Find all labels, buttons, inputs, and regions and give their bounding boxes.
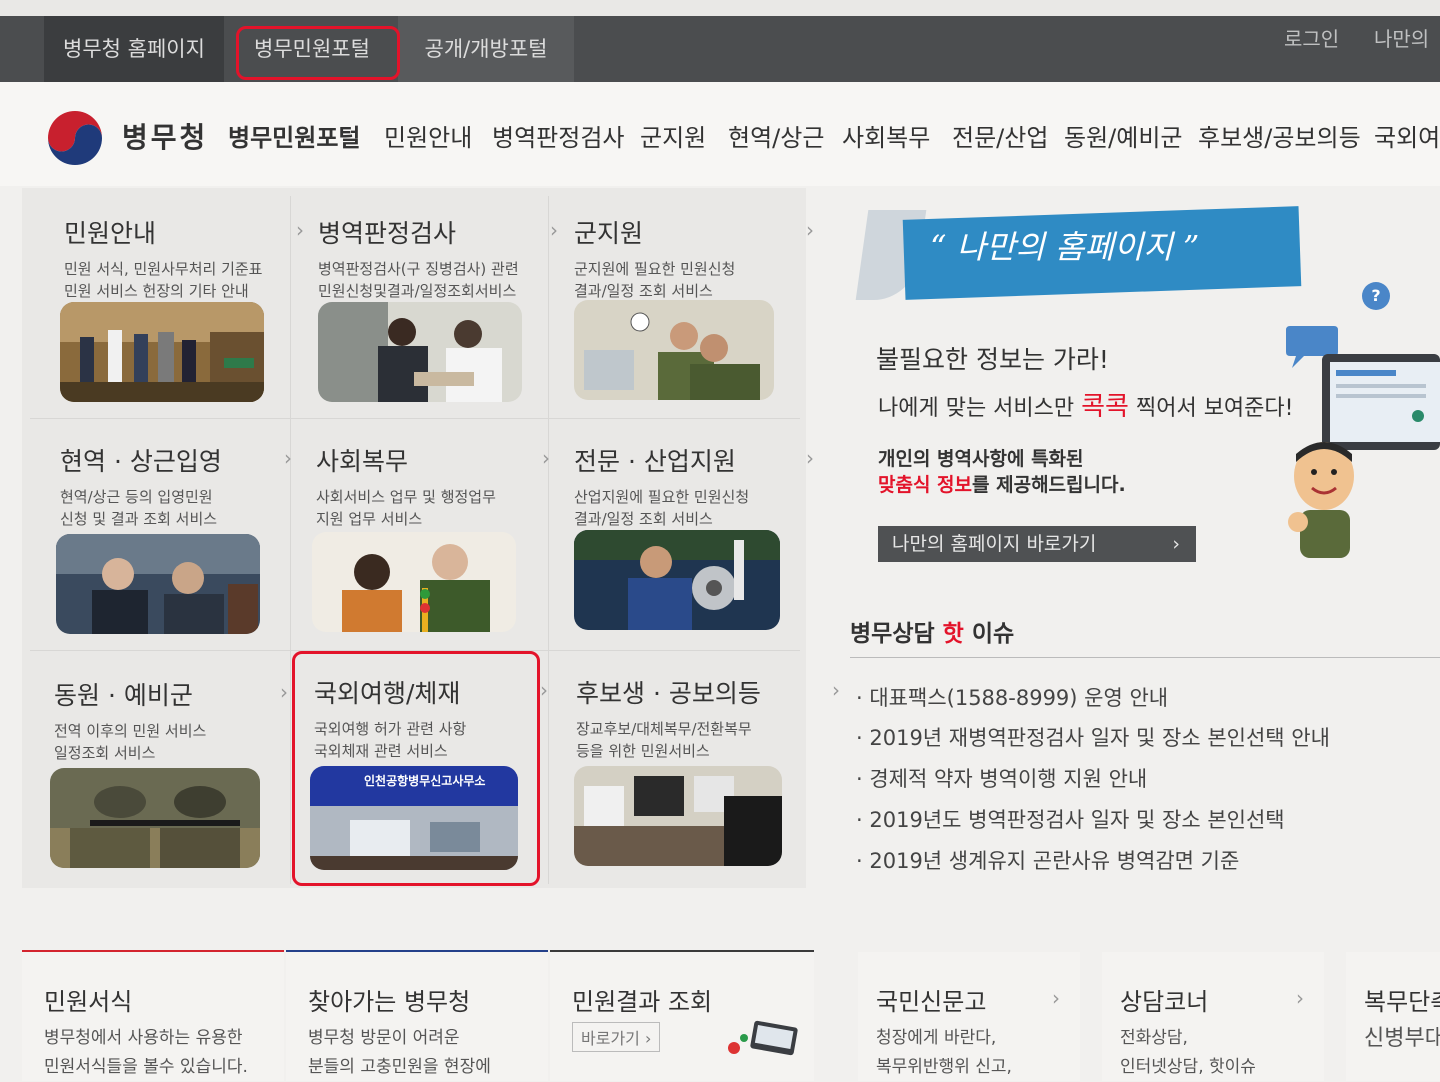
hot-issues-divider [850, 657, 1440, 658]
service-card-title: 민원안내 [64, 219, 157, 248]
brand-name[interactable]: 병무청 [122, 116, 208, 156]
chevron-right-icon: › [1052, 986, 1060, 1010]
gnb-item-reserve[interactable]: 동원/예비군 [1064, 118, 1183, 153]
hot-issue-item[interactable]: · 2019년 생계유지 곤란사유 병역감면 기준 [856, 845, 1239, 875]
my-home-link[interactable]: 나만의 [1374, 16, 1429, 62]
highlight-box-overseas-card [292, 651, 540, 886]
highlight-box-portal-tab [236, 26, 400, 80]
service-photo [318, 302, 522, 402]
hot-issue-item[interactable]: · 2019년 재병역판정검사 일자 및 장소 본인선택 안내 [856, 722, 1330, 752]
gnb-item-exam[interactable]: 병역판정검사 [492, 118, 624, 153]
hot-issue-item[interactable]: · 경제적 약자 병역이행 지원 안내 [856, 763, 1147, 793]
my-homepage-button[interactable]: 나만의 홈페이지 바로가기 › [878, 526, 1196, 562]
help-icon[interactable]: ? [1362, 282, 1390, 310]
banner-title: “ 나만의 홈페이지 ” [930, 228, 1200, 266]
service-photo [574, 530, 780, 630]
service-card-military-application[interactable]: 군지원 › 군지원에 필요한 민원신청 결과/일정 조회 서비스 [574, 192, 828, 418]
gnb-item-professional[interactable]: 전문/산업 [952, 118, 1048, 153]
mma-logo-icon[interactable] [42, 105, 108, 171]
quick-card-title: 민원결과 조회 [572, 988, 713, 1016]
service-card-title: 현역 · 상근입영 [60, 447, 222, 476]
service-card-title: 사회복무 [316, 447, 409, 476]
browser-bookmark-strip [0, 0, 1440, 16]
service-card-desc: 장교후보/대체복무/전환복무 등을 위한 민원서비스 [576, 720, 752, 760]
quick-card-title: 찾아가는 병무청 [308, 988, 471, 1016]
chevron-right-icon: › [806, 218, 814, 242]
chevron-right-icon: › [832, 678, 840, 702]
promo-headline: 불필요한 정보는 가라! [876, 345, 1109, 374]
service-photo [50, 768, 260, 868]
service-card-desc: 병역판정검사(구 징병검사) 관련 민원신청및결과/일정조회서비스 [318, 260, 519, 300]
chevron-right-icon: › [806, 446, 814, 470]
gnb-item-active-duty[interactable]: 현역/상근 [728, 118, 824, 153]
quick-card-sinmungo[interactable]: 국민신문고 › 청장에게 바란다, 복무위반행위 신고, [858, 952, 1080, 1081]
chevron-right-icon: › [280, 680, 288, 704]
service-card-desc: 민원 서식, 민원사무처리 기준표 민원 서비스 헌장의 기타 안내 [64, 260, 263, 300]
chevron-right-icon: › [550, 218, 558, 242]
quick-card-service-reduction[interactable]: 복무단축 신병부대 [1346, 952, 1440, 1081]
quick-card-title: 민원서식 [44, 988, 133, 1016]
service-card-social-service[interactable]: 사회복무 › 사회서비스 업무 및 행정업무 지원 업무 서비스 [312, 420, 570, 646]
service-card-desc: 산업지원에 필요한 민원신청 결과/일정 조회 서비스 [574, 488, 750, 528]
service-photo [56, 534, 260, 634]
quick-card-desc: 청장에게 바란다, 복무위반행위 신고, [876, 1028, 1012, 1077]
service-card-guide[interactable]: 민원안내 › 민원 서식, 민원사무처리 기준표 민원 서비스 헌장의 기타 안내 [60, 192, 318, 418]
go-link-button[interactable]: 바로가기 › [572, 1022, 661, 1052]
top-bar: 병무청 홈페이지 병무민원포털 공개/개방포털 로그인 나만의 [0, 16, 1440, 82]
chevron-right-icon: › [540, 678, 548, 702]
quick-card-result-inquiry[interactable]: 민원결과 조회 바로가기 › [550, 952, 814, 1081]
hot-issue-item[interactable]: · 대표팩스(1588-8999) 운영 안내 [856, 682, 1168, 712]
service-photo [312, 532, 516, 632]
quick-card-title: 복무단축 [1364, 988, 1440, 1016]
service-card-title: 동원 · 예비군 [54, 681, 193, 710]
quick-card-visiting-mma[interactable]: 찾아가는 병무청 병무청 방문이 어려운 분들의 고충민원을 현장에 [286, 952, 548, 1081]
service-card-active-duty[interactable]: 현역 · 상근입영 › 현역/상근 등의 입영민원 신청 및 결과 조회 서비스 [56, 420, 314, 646]
chevron-right-icon: › [542, 446, 550, 470]
gnb-item-overseas[interactable]: 국외여 [1374, 118, 1440, 153]
quick-card-desc: 신병부대 [1364, 1026, 1440, 1051]
service-card-exam[interactable]: 병역판정검사 › 병역판정검사(구 징병검사) 관련 민원신청및결과/일정조회서비… [318, 192, 572, 418]
chevron-right-icon: › [1172, 533, 1180, 555]
tab-mma-home[interactable]: 병무청 홈페이지 [44, 16, 224, 82]
quick-card-counseling[interactable]: 상담코너 › 전화상담, 인터넷상담, 핫이슈 [1102, 952, 1324, 1081]
quick-card-desc: 병무청 방문이 어려운 분들의 고충민원을 현장에 [308, 1028, 491, 1077]
service-photo [574, 766, 782, 866]
promo-subheadline: 나에게 맞는 서비스만 콕콕 찍어서 보여준다! [878, 392, 1294, 422]
quick-card-desc: 병무청에서 사용하는 유용한 민원서식들을 볼수 있습니다. [44, 1028, 248, 1077]
promo-desc: 개인의 병역사항에 특화된 [878, 448, 1084, 470]
portal-name[interactable]: 병무민원포털 [228, 118, 360, 153]
gnb-item-guide[interactable]: 민원안내 [384, 118, 472, 153]
gnb-item-military-application[interactable]: 군지원 [640, 118, 706, 153]
quick-card-title: 국민신문고 [876, 988, 987, 1016]
service-card-desc: 사회서비스 업무 및 행정업무 지원 업무 서비스 [316, 488, 496, 528]
search-document-icon [728, 1020, 798, 1056]
service-photo [574, 300, 774, 400]
grid-divider [30, 418, 800, 419]
service-card-professional[interactable]: 전문 · 산업지원 › 산업지원에 필요한 민원신청 결과/일정 조회 서비스 [574, 420, 828, 646]
chevron-right-icon: › [296, 218, 304, 242]
service-card-title: 군지원 [574, 219, 644, 248]
service-card-candidates[interactable]: 후보생 · 공보의등 › 장교후보/대체복무/전환복무 등을 위한 민원서비스 [574, 652, 840, 878]
service-card-title: 후보생 · 공보의등 [576, 679, 761, 708]
gnb-item-social-service[interactable]: 사회복무 [842, 118, 930, 153]
service-card-desc: 현역/상근 등의 입영민원 신청 및 결과 조회 서비스 [60, 488, 218, 528]
promo-desc-2: 맞춤식 정보를 제공해드립니다. [878, 474, 1126, 496]
service-card-title: 전문 · 산업지원 [574, 447, 736, 476]
quick-card-desc: 전화상담, 인터넷상담, 핫이슈 [1120, 1028, 1256, 1077]
service-card-title: 병역판정검사 [318, 219, 457, 248]
service-card-reserve[interactable]: 동원 · 예비군 › 전역 이후의 민원 서비스 일정조회 서비스 [50, 654, 308, 880]
service-card-desc: 전역 이후의 민원 서비스 일정조회 서비스 [54, 722, 207, 762]
chevron-right-icon: › [284, 446, 292, 470]
service-photo [60, 302, 264, 402]
hot-issue-item[interactable]: · 2019년도 병역판정검사 일자 및 장소 본인선택 [856, 804, 1285, 834]
gnb-item-candidates[interactable]: 후보생/공보의등 [1198, 118, 1361, 153]
hot-issues-title: 병무상담 핫 이슈 [850, 621, 1015, 647]
quick-card-title: 상담코너 [1120, 988, 1209, 1016]
mascot-illustration [1288, 442, 1354, 558]
chevron-right-icon: › [1296, 986, 1304, 1010]
quick-card-forms[interactable]: 민원서식 병무청에서 사용하는 유용한 민원서식들을 볼수 있습니다. [22, 952, 284, 1081]
tab-open-portal[interactable]: 공개/개방포털 [398, 16, 574, 82]
service-card-desc: 군지원에 필요한 민원신청 결과/일정 조회 서비스 [574, 260, 736, 300]
login-link[interactable]: 로그인 [1284, 16, 1339, 62]
